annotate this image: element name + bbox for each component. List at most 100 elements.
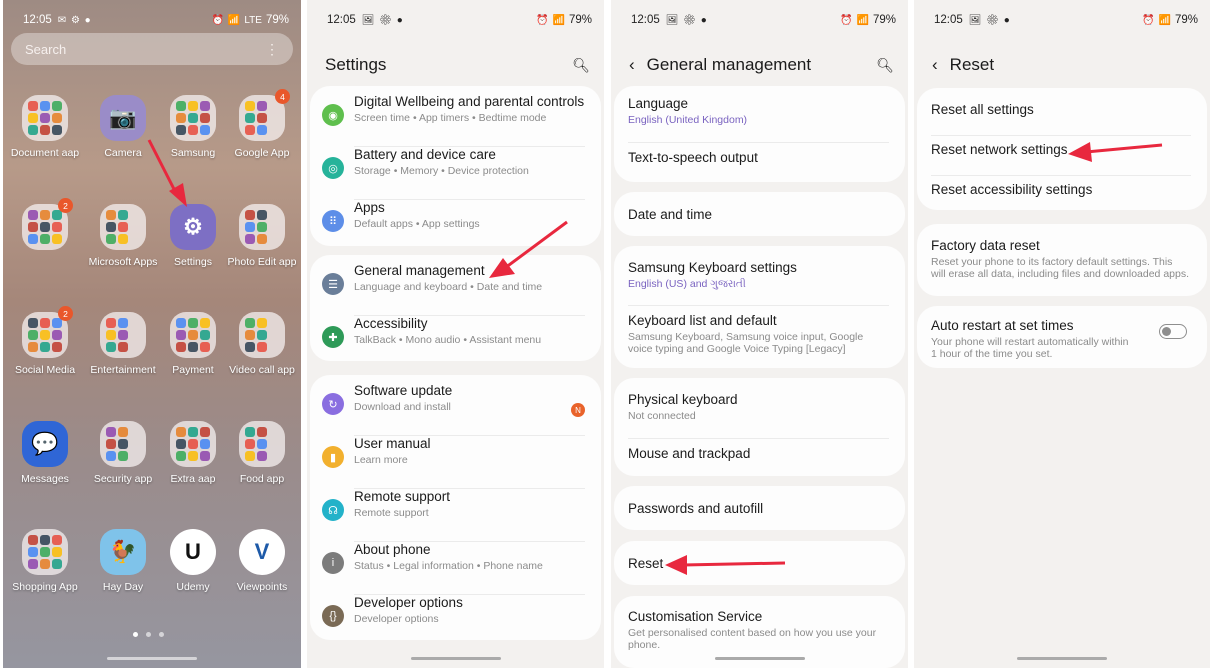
app-15[interactable]: Food app xyxy=(222,421,301,485)
app-5[interactable]: Microsoft Apps xyxy=(83,204,163,268)
settings-item[interactable]: Physical keyboard Not connected xyxy=(614,392,905,422)
wellbeing-icon: ◉ xyxy=(322,104,344,126)
app-12[interactable]: 💬 Messages xyxy=(5,421,85,485)
app-8[interactable]: 2 Social Media xyxy=(5,306,85,376)
status-right: ⏰ 📶 79% xyxy=(840,14,896,26)
settings-item-subtitle: Developer options xyxy=(354,613,439,625)
app-1[interactable]: 📷 Camera xyxy=(83,95,163,159)
settings-item[interactable]: Reset network settings xyxy=(917,135,1207,157)
app-7[interactable]: Photo Edit app xyxy=(222,204,301,268)
app-4[interactable]: 2 xyxy=(5,198,85,256)
settings-group: Factory data reset Reset your phone to it… xyxy=(917,224,1207,296)
settings-item[interactable]: Text-to-speech output xyxy=(614,142,905,165)
settings-item[interactable]: Mouse and trackpad xyxy=(614,438,905,461)
settings-item[interactable]: ◎ Battery and device care Storage • Memory… xyxy=(310,146,601,200)
settings-item[interactable]: i About phone Status • Legal information •… xyxy=(310,541,601,595)
settings-item-title: Remote support xyxy=(354,489,451,504)
settings-item[interactable]: Language English (United Kingdom) xyxy=(614,96,905,126)
wifi-icon: 📶 xyxy=(552,14,565,26)
settings-item[interactable]: {} Developer options Developer options xyxy=(310,594,601,648)
gesture-bar[interactable] xyxy=(410,657,501,660)
settings-item-subtitle: English (United Kingdom) xyxy=(628,114,748,126)
settings-item[interactable]: Samsung Keyboard settings English (US) an… xyxy=(614,260,905,291)
settings-item[interactable]: Reset all settings xyxy=(917,102,1207,117)
app-3[interactable]: 4 Google App xyxy=(222,89,301,159)
app-13[interactable]: Security app xyxy=(83,421,163,485)
folder-icon xyxy=(100,312,146,358)
alarm-icon: ⏰ xyxy=(536,14,549,26)
app-16[interactable]: Shopping App xyxy=(5,529,85,593)
search-bar[interactable]: Search ⋮ xyxy=(11,33,293,65)
gesture-bar[interactable] xyxy=(714,657,805,660)
settings-item[interactable]: Reset accessibility settings xyxy=(917,175,1207,197)
folder-icon xyxy=(239,312,285,358)
settings-item[interactable]: ⠿ Apps Default apps • App settings xyxy=(310,199,601,253)
settings-item[interactable]: Keyboard list and default Samsung Keyboar… xyxy=(614,305,905,355)
auto-restart-toggle[interactable] xyxy=(1159,324,1187,339)
status-right: ⏰ 📶 LTE 79% xyxy=(211,14,289,26)
settings-item[interactable]: Customisation Service Get personalised co… xyxy=(614,609,905,651)
settings-item-subtitle: Your phone will restart automatically wi… xyxy=(931,336,1129,360)
settings-item[interactable]: Date and time xyxy=(614,207,905,222)
settings-item[interactable]: Factory data reset Reset your phone to it… xyxy=(917,238,1207,280)
folder-icon xyxy=(170,312,216,358)
general-management-panel: 12:05 🖼 ⚙ ● ⏰ 📶 79% ‹ General management… xyxy=(611,0,908,668)
settings-item-title: Auto restart at set times xyxy=(931,318,1074,333)
settings-item[interactable]: Auto restart at set times Your phone will… xyxy=(917,318,1207,360)
app-label: Photo Edit app xyxy=(227,256,297,268)
app-18[interactable]: U Udemy xyxy=(153,529,233,593)
search-icon[interactable]: 🔍︎ xyxy=(572,57,590,74)
app-6[interactable]: ⚙ Settings xyxy=(153,204,233,268)
app-11[interactable]: Video call app xyxy=(222,312,301,376)
manual-icon: ▮ xyxy=(322,446,344,468)
app-label: Security app xyxy=(93,473,153,485)
back-icon[interactable]: ‹ xyxy=(932,55,938,75)
app-2[interactable]: Samsung xyxy=(153,95,233,159)
home-screen-panel: 12:05 ✉ ⚙ ● ⏰ 📶 LTE 79% Search ⋮ Documen… xyxy=(3,0,301,668)
settings-item[interactable]: Reset xyxy=(614,556,905,571)
app-label: Entertainment xyxy=(90,364,156,376)
settings-item[interactable]: ◉ Digital Wellbeing and parental controls… xyxy=(310,94,601,147)
more-options-icon[interactable]: ⋮ xyxy=(265,41,279,58)
search-icon[interactable]: 🔍︎ xyxy=(876,57,894,74)
app-14[interactable]: Extra aap xyxy=(153,421,233,485)
settings-item-title: Software update xyxy=(354,383,453,398)
settings-item[interactable]: ▮ User manual Learn more xyxy=(310,435,601,489)
app-10[interactable]: Payment xyxy=(153,312,233,376)
status-time: 12:05 xyxy=(23,14,52,26)
app-label: Social Media xyxy=(14,364,76,376)
settings-item-title: Passwords and autofill xyxy=(628,501,764,516)
battery-level: 79% xyxy=(1174,14,1198,26)
settings-group: Date and time xyxy=(614,192,905,236)
settings-item-subtitle: Samsung Keyboard, Samsung voice input, G… xyxy=(628,331,864,355)
gesture-bar[interactable] xyxy=(1017,657,1107,660)
app-label: Payment xyxy=(172,364,214,376)
alarm-icon: ⏰ xyxy=(840,14,853,26)
gesture-bar[interactable] xyxy=(107,657,197,660)
app-label: Food app xyxy=(239,473,285,485)
gear-icon: ⚙ xyxy=(170,204,216,250)
settings-item[interactable]: ☊ Remote support Remote support xyxy=(310,488,601,542)
notification-badge: 4 xyxy=(275,89,290,104)
page-indicator[interactable] xyxy=(133,632,164,637)
app-17[interactable]: 🐓 Hay Day xyxy=(83,529,163,593)
app-0[interactable]: Document aap xyxy=(5,95,85,159)
folder-icon xyxy=(22,529,68,575)
settings-item[interactable]: ☰ General management Language and keyboard… xyxy=(310,263,601,316)
settings-item[interactable]: Passwords and autofill xyxy=(614,501,905,516)
divider xyxy=(354,488,585,489)
app-9[interactable]: Entertainment xyxy=(83,312,163,376)
settings-item-title: Apps xyxy=(354,200,385,215)
settings-group: Passwords and autofill xyxy=(614,486,905,530)
notification-icons: ✉ ⚙ ● xyxy=(57,14,92,26)
settings-item[interactable]: ✚ Accessibility TalkBack • Mono audio • As… xyxy=(310,315,601,369)
settings-item-title: User manual xyxy=(354,436,431,451)
settings-group: Physical keyboard Not connected Mouse and … xyxy=(614,378,905,476)
accessibility-icon: ✚ xyxy=(322,326,344,348)
divider xyxy=(628,305,889,306)
app-19[interactable]: V Viewpoints xyxy=(222,529,301,593)
settings-item[interactable]: ↻ Software update Download and install N xyxy=(310,383,601,436)
settings-group: Reset all settings Reset network settings… xyxy=(917,88,1207,210)
back-icon[interactable]: ‹ xyxy=(629,55,635,75)
settings-item-subtitle: Storage • Memory • Device protection xyxy=(354,165,529,177)
